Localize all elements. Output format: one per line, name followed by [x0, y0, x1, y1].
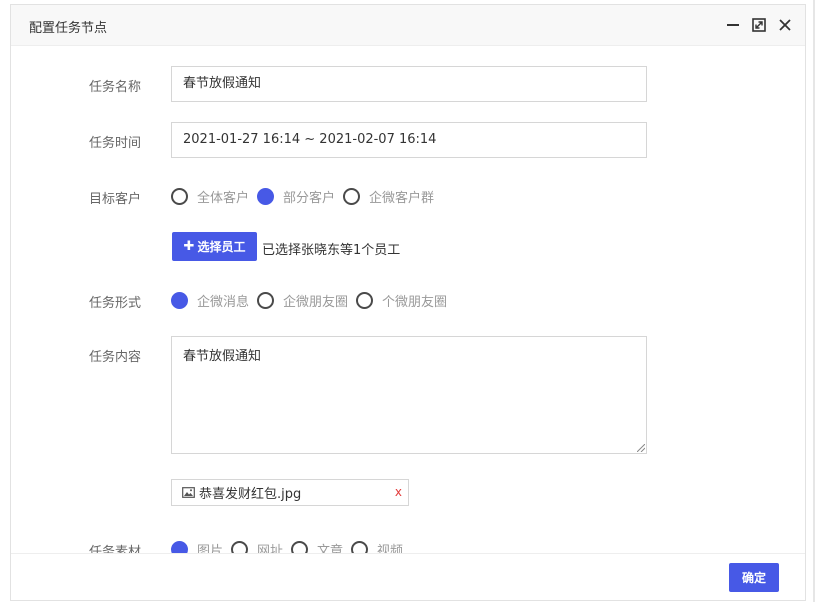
radio-wecom-message[interactable]: 企微消息 [171, 291, 249, 310]
config-task-dialog: 配置任务节点 任务名称 春节放假通知 任务时间 2021-01-27 16:14… [10, 4, 806, 601]
radio-article[interactable]: 文章 [291, 540, 343, 554]
resize-grip-icon[interactable] [637, 444, 645, 452]
radio-dot [343, 188, 361, 205]
radio-label: 文章 [317, 544, 344, 554]
radio-dot [171, 188, 188, 205]
radio-label: 个微朋友圈 [382, 295, 448, 310]
target-customer-radio-group: 全体客户 部分客户 企微客户群 [171, 187, 442, 206]
dialog-body: 任务名称 春节放假通知 任务时间 2021-01-27 16:14 ~ 2021… [11, 46, 805, 554]
minimize-icon[interactable] [723, 15, 743, 35]
close-icon[interactable] [775, 15, 795, 35]
task-form-label: 任务形式 [89, 296, 142, 311]
radio-partial-customers[interactable]: 部分客户 [257, 187, 335, 206]
target-customer-label: 目标客户 [89, 192, 142, 207]
attachment-filename: 恭喜发财红包.jpg [199, 487, 302, 502]
radio-wecom-moments[interactable]: 企微朋友圈 [257, 291, 348, 310]
radio-dot [171, 292, 188, 309]
radio-label: 企微客户群 [369, 191, 435, 206]
radio-dot [257, 292, 275, 309]
radio-label: 视频 [377, 544, 404, 554]
radio-url[interactable]: 网址 [231, 540, 283, 554]
select-staff-button[interactable]: ✚ 选择员工 [172, 232, 257, 261]
remove-attachment-button[interactable]: x [395, 485, 402, 499]
dialog-titlebar: 配置任务节点 [11, 5, 805, 46]
maximize-icon[interactable] [749, 15, 769, 35]
radio-label: 企微消息 [197, 295, 250, 310]
attachment-chip: 恭喜发财红包.jpg x [171, 479, 409, 506]
plus-icon: ✚ [183, 239, 195, 254]
radio-wecom-groups[interactable]: 企微客户群 [343, 187, 434, 206]
task-content-label: 任务内容 [89, 350, 142, 365]
radio-all-customers[interactable]: 全体客户 [171, 187, 249, 206]
select-staff-label: 选择员工 [197, 240, 246, 254]
selected-staff-hint: 已选择张晓东等1个员工 [262, 243, 401, 258]
radio-label: 图片 [197, 544, 224, 554]
image-icon [182, 487, 195, 498]
dialog-footer: 确定 [11, 553, 805, 600]
task-time-input[interactable]: 2021-01-27 16:14 ~ 2021-02-07 16:14 [171, 122, 647, 158]
task-time-label: 任务时间 [89, 136, 142, 151]
radio-label: 全体客户 [197, 191, 250, 206]
task-name-input[interactable]: 春节放假通知 [171, 66, 647, 102]
radio-dot [257, 188, 275, 205]
task-content-textarea[interactable]: 春节放假通知 [171, 336, 647, 454]
radio-label: 部分客户 [283, 191, 336, 206]
dialog-title: 配置任务节点 [29, 21, 108, 36]
radio-dot [356, 292, 374, 309]
radio-personal-moments[interactable]: 个微朋友圈 [356, 291, 447, 310]
confirm-button[interactable]: 确定 [729, 563, 779, 592]
task-material-radio-group: 图片 网址 文章 视频 [171, 540, 411, 554]
radio-label: 网址 [257, 544, 284, 554]
radio-label: 企微朋友圈 [283, 295, 349, 310]
task-name-label: 任务名称 [89, 80, 142, 95]
task-content-text: 春节放假通知 [183, 349, 262, 364]
radio-image[interactable]: 图片 [171, 540, 223, 554]
task-form-radio-group: 企微消息 企微朋友圈 个微朋友圈 [171, 291, 455, 310]
radio-video[interactable]: 视频 [351, 540, 403, 554]
